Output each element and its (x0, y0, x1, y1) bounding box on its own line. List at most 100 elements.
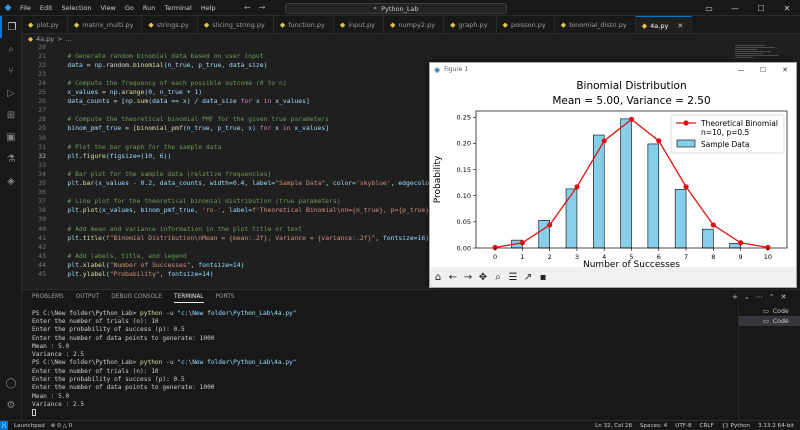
settings-gear-icon[interactable]: ⚙ (0, 394, 22, 416)
close-tab-icon[interactable]: ✕ (677, 22, 683, 30)
home-icon[interactable]: ⌂ (432, 270, 444, 284)
terminal-line: Mean : 5.0 (32, 342, 732, 350)
tab-problems[interactable]: PROBLEMS (32, 294, 64, 303)
terminal-line: Variance : 2.5 (32, 400, 732, 408)
tab-label: numpy2.py (398, 21, 436, 29)
layout-icon[interactable]: ▭ (696, 0, 722, 16)
tab-4a[interactable]: ◆ 4a.py ✕ (635, 16, 693, 33)
status-indentation[interactable]: Spaces: 4 (640, 423, 667, 429)
tab-poisson[interactable]: ◆ poisson.py (497, 16, 555, 33)
status-eol[interactable]: CRLF (700, 423, 714, 429)
status-python-version[interactable]: 3.13.2 64-bit (758, 423, 794, 429)
terminal-output[interactable]: PS C:\New folder\Python_Lab> python -u "… (32, 309, 732, 417)
code-line[interactable]: 21 # Generate random binomial data based… (22, 51, 722, 60)
edit-axes-icon[interactable]: ↗ (522, 270, 534, 284)
status-encoding[interactable]: UTF-8 (675, 423, 691, 429)
terminal-item[interactable]: ▭ Code (739, 316, 800, 326)
terminal-dropdown-icon[interactable]: ⌄ (744, 293, 750, 301)
breadcrumb-file[interactable]: 4a.py (36, 35, 54, 43)
search-view-icon[interactable]: ⌕ (0, 38, 22, 60)
tab-binomial-distri[interactable]: ◆ binomial_distri.py (555, 16, 636, 33)
menu-run[interactable]: Run (143, 4, 155, 12)
tab-input[interactable]: ◆ input.py (334, 16, 384, 33)
code-text: # Line plot for the theoretical binomial… (52, 197, 340, 205)
tab-graph[interactable]: ◆ graph.py (444, 16, 497, 33)
legend-bar-swatch (676, 139, 696, 148)
code-line[interactable]: 20 (22, 44, 722, 51)
code-token: for (240, 97, 253, 106)
menu-selection[interactable]: Selection (61, 4, 91, 12)
source-control-icon[interactable]: ⑂ (0, 60, 22, 82)
testing-icon[interactable]: ⚗ (0, 148, 22, 170)
menu-terminal[interactable]: Terminal (164, 4, 191, 12)
code-token: f'Theoretical Binomial\nn={n_true}, p={p… (252, 206, 433, 215)
legend-label-sample: Sample Data (701, 140, 749, 149)
matplotlib-figure-window[interactable]: ◉ Figure 1 — ☐ ✕ Binomial Distribution Me… (429, 62, 797, 288)
command-center[interactable]: ⌕ Python_Lab (285, 3, 507, 14)
maximize-button[interactable]: ☐ (748, 0, 774, 16)
more-actions-icon[interactable]: ⋯ (756, 293, 763, 301)
tab-plot[interactable]: ◆ plot.py (22, 16, 68, 33)
menu-edit[interactable]: Edit (40, 4, 53, 12)
close-panel-icon[interactable]: ✕ (781, 293, 787, 301)
menu-help[interactable]: Help (201, 4, 216, 12)
back-arrow-icon[interactable]: ← (244, 3, 251, 12)
code-token: x_values] (290, 124, 330, 133)
maximize-panel-icon[interactable]: ⌃ (769, 293, 775, 301)
code-token: x (271, 124, 283, 133)
save-icon[interactable]: ▪ (537, 270, 549, 284)
panel-actions: + ⌄ ⋯ ⌃ ✕ (732, 293, 787, 301)
forward-icon[interactable]: → (462, 270, 474, 284)
new-terminal-icon[interactable]: + (732, 293, 738, 301)
tab-numpy2[interactable]: ◆ numpy2.py (384, 16, 445, 33)
explorer-icon[interactable]: ❐ (0, 16, 22, 38)
breadcrumb-more[interactable]: ... (66, 35, 72, 43)
figure-minimize-button[interactable]: — (730, 63, 752, 76)
remote-indicator-icon[interactable]: ⟩⟨ (0, 420, 8, 430)
line-number: 45 (38, 270, 46, 278)
tab-strings[interactable]: ◆ strings.py (142, 16, 198, 33)
tab-output[interactable]: OUTPUT (76, 294, 100, 303)
extensions-icon[interactable]: ⊞ (0, 104, 22, 126)
tab-terminal[interactable]: TERMINAL (174, 294, 204, 303)
menu-go[interactable]: Go (125, 4, 134, 12)
line-number: 25 (38, 88, 46, 96)
code-token: (data == x) / data_size (148, 97, 241, 106)
status-language[interactable]: {} Python (722, 423, 750, 429)
figure-close-button[interactable]: ✕ (774, 63, 796, 76)
code-token: 'skyblue' (356, 179, 391, 187)
minimize-button[interactable]: — (722, 0, 748, 16)
code-text: # Generate random binomial data based on… (52, 52, 263, 60)
tab-ports[interactable]: PORTS (216, 294, 235, 303)
tab-function[interactable]: ◆ function.py (274, 16, 334, 33)
code-token: # Add mean and variance information in t… (52, 224, 303, 233)
code-token: , color= (325, 179, 356, 187)
pan-icon[interactable]: ✥ (477, 270, 489, 284)
code-token: x_values] (271, 97, 310, 106)
back-icon[interactable]: ← (447, 270, 459, 284)
code-token: plot (82, 206, 99, 215)
close-button[interactable]: ✕ (774, 0, 800, 16)
configure-icon[interactable]: ☰ (507, 270, 519, 284)
status-launchpad[interactable]: Launchpad (14, 423, 45, 429)
remote-explorer-icon[interactable]: ▣ (0, 126, 22, 148)
forward-arrow-icon[interactable]: → (259, 3, 266, 12)
status-problems[interactable]: ⊗ 0 △ 0 (51, 423, 72, 429)
tab-slicing-string[interactable]: ◆ slicing_string.py (198, 16, 274, 33)
figure-maximize-button[interactable]: ☐ (752, 63, 774, 76)
run-debug-icon[interactable]: ▷ (0, 82, 22, 104)
x-tick-label: 9 (739, 253, 743, 261)
code-token: , fontsize=16) (375, 233, 430, 242)
python-icon[interactable]: ◈ (0, 170, 22, 192)
tab-debug-console[interactable]: DEBUG CONSOLE (111, 294, 162, 303)
menu-view[interactable]: View (100, 4, 115, 12)
account-icon[interactable]: ◯ (0, 372, 22, 394)
status-cursor-position[interactable]: Ln 32, Col 28 (595, 423, 632, 429)
zoom-icon[interactable]: ⌕ (492, 270, 504, 284)
tab-matrix-multi[interactable]: ◆ matrix_multi.py (68, 16, 143, 33)
menu-file[interactable]: File (20, 4, 31, 12)
code-token: binomial (132, 60, 164, 69)
terminal-item[interactable]: ▭ Code (739, 306, 800, 316)
terminal-cmd: python (140, 309, 163, 317)
code-text: plt.plot(x_values, binom_pmf_true, 'ro-'… (52, 206, 436, 215)
